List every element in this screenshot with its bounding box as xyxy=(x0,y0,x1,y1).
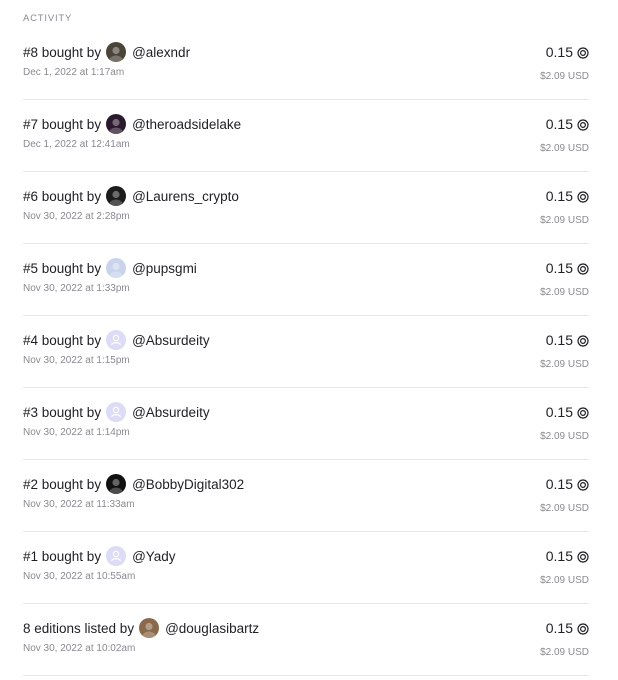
price-usd: $2.09 USD xyxy=(540,647,589,658)
price-usd: $2.09 USD xyxy=(540,143,589,154)
username-link[interactable]: @Absurdeity xyxy=(132,333,210,348)
activity-timestamp: Dec 1, 2022 at 1:17am xyxy=(23,67,125,78)
username-link[interactable]: @pupsgmi xyxy=(132,261,197,276)
username-link[interactable]: @BobbyDigital302 xyxy=(132,477,244,492)
activity-action-label: #4 bought by xyxy=(23,332,102,348)
username-link[interactable]: @Yady xyxy=(132,549,175,564)
price-usd: $2.09 USD xyxy=(540,71,589,82)
activity-action-label: #3 bought by xyxy=(23,404,102,420)
activity-timestamp: Nov 30, 2022 at 10:02am xyxy=(23,643,136,654)
activity-event: 8 editions listed by @douglasibartz xyxy=(23,617,259,639)
user-placeholder-icon[interactable] xyxy=(106,546,127,566)
activity-event: #3 bought by @Absurdeity xyxy=(23,401,210,423)
activity-row: #3 bought by @Absurdeity Nov 30, 2022 at 1… xyxy=(23,388,589,460)
username-link[interactable]: @douglasibartz xyxy=(165,621,259,636)
price-amount: 0.15 xyxy=(545,116,573,132)
price-amount: 0.15 xyxy=(545,548,573,564)
price-amount: 0.15 xyxy=(545,404,573,420)
activity-row: #7 bought by @theroadsidelake Dec 1, 2022 … xyxy=(23,100,589,172)
price-amount: 0.15 xyxy=(545,260,573,276)
activity-row: #8 bought by @alexndr Dec 1, 2022 at 1:17a… xyxy=(23,28,589,100)
price-usd: $2.09 USD xyxy=(540,431,589,442)
price-usd: $2.09 USD xyxy=(540,359,589,370)
username-link[interactable]: @Absurdeity xyxy=(132,405,210,420)
user-avatar[interactable] xyxy=(106,114,127,134)
price: 0.15 xyxy=(546,332,589,348)
currency-circle-icon xyxy=(577,406,589,419)
price: 0.15 xyxy=(546,476,589,492)
username-link[interactable]: @Laurens_crypto xyxy=(132,189,239,204)
activity-row: #1 bought by @Yady Nov 30, 2022 at 10:55am… xyxy=(23,532,589,604)
user-avatar[interactable] xyxy=(106,186,127,206)
currency-circle-icon xyxy=(577,622,589,635)
currency-circle-icon xyxy=(577,46,589,59)
activity-event: #5 bought by @pupsgmi xyxy=(23,257,197,279)
activity-row: #6 bought by @Laurens_crypto Nov 30, 2022 … xyxy=(23,172,589,244)
activity-timestamp: Dec 1, 2022 at 12:41am xyxy=(23,139,130,150)
activity-list: #8 bought by @alexndr Dec 1, 2022 at 1:17a… xyxy=(23,28,589,676)
activity-event: #1 bought by @Yady xyxy=(23,545,176,567)
price: 0.15 xyxy=(546,260,589,276)
activity-timestamp: Nov 30, 2022 at 11:33am xyxy=(23,499,135,510)
activity-action-label: #6 bought by xyxy=(23,188,102,204)
price-usd: $2.09 USD xyxy=(540,287,589,298)
activity-action-label: #7 bought by xyxy=(23,116,102,132)
currency-circle-icon xyxy=(577,262,589,275)
price-usd: $2.09 USD xyxy=(540,503,589,514)
price: 0.15 xyxy=(546,188,589,204)
activity-timestamp: Nov 30, 2022 at 1:14pm xyxy=(23,427,130,438)
activity-panel: ACTIVITY #8 bought by @alexndr Dec 1, 2022… xyxy=(0,0,618,680)
activity-action-label: #1 bought by xyxy=(23,548,102,564)
price: 0.15 xyxy=(546,116,589,132)
activity-row: #4 bought by @Absurdeity Nov 30, 2022 at 1… xyxy=(23,316,589,388)
price-usd: $2.09 USD xyxy=(540,575,589,586)
user-avatar[interactable] xyxy=(139,618,160,638)
price: 0.15 xyxy=(546,44,589,60)
activity-event: #6 bought by @Laurens_crypto xyxy=(23,185,239,207)
user-placeholder-icon[interactable] xyxy=(106,330,127,350)
price-amount: 0.15 xyxy=(545,332,573,348)
user-avatar[interactable] xyxy=(106,258,127,278)
activity-action-label: #8 bought by xyxy=(23,44,102,60)
price: 0.15 xyxy=(546,620,589,636)
user-placeholder-icon[interactable] xyxy=(106,402,127,422)
activity-timestamp: Nov 30, 2022 at 1:15pm xyxy=(23,355,130,366)
currency-circle-icon xyxy=(577,550,589,563)
activity-action-label: #5 bought by xyxy=(23,260,102,276)
price-amount: 0.15 xyxy=(545,188,573,204)
currency-circle-icon xyxy=(577,190,589,203)
user-avatar[interactable] xyxy=(106,474,127,494)
price-amount: 0.15 xyxy=(545,620,573,636)
price: 0.15 xyxy=(546,404,589,420)
activity-row: #5 bought by @pupsgmi Nov 30, 2022 at 1:33… xyxy=(23,244,589,316)
currency-circle-icon xyxy=(577,334,589,347)
activity-action-label: 8 editions listed by xyxy=(23,620,135,636)
price-amount: 0.15 xyxy=(545,44,573,60)
activity-row: 8 editions listed by @douglasibartz Nov 30… xyxy=(23,604,589,676)
activity-action-label: #2 bought by xyxy=(23,476,102,492)
activity-event: #2 bought by @BobbyDigital302 xyxy=(23,473,244,495)
price-usd: $2.09 USD xyxy=(540,215,589,226)
activity-row: #2 bought by @BobbyDigital302 Nov 30, 2022… xyxy=(23,460,589,532)
username-link[interactable]: @theroadsidelake xyxy=(132,117,241,132)
activity-event: #4 bought by @Absurdeity xyxy=(23,329,210,351)
username-link[interactable]: @alexndr xyxy=(132,45,190,60)
activity-event: #8 bought by @alexndr xyxy=(23,41,190,63)
activity-timestamp: Nov 30, 2022 at 1:33pm xyxy=(23,283,130,294)
activity-timestamp: Nov 30, 2022 at 2:28pm xyxy=(23,211,130,222)
activity-event: #7 bought by @theroadsidelake xyxy=(23,113,241,135)
section-title: ACTIVITY xyxy=(23,13,73,24)
price-amount: 0.15 xyxy=(545,476,573,492)
activity-timestamp: Nov 30, 2022 at 10:55am xyxy=(23,571,136,582)
user-avatar[interactable] xyxy=(106,42,127,62)
price: 0.15 xyxy=(546,548,589,564)
currency-circle-icon xyxy=(577,478,589,491)
currency-circle-icon xyxy=(577,118,589,131)
